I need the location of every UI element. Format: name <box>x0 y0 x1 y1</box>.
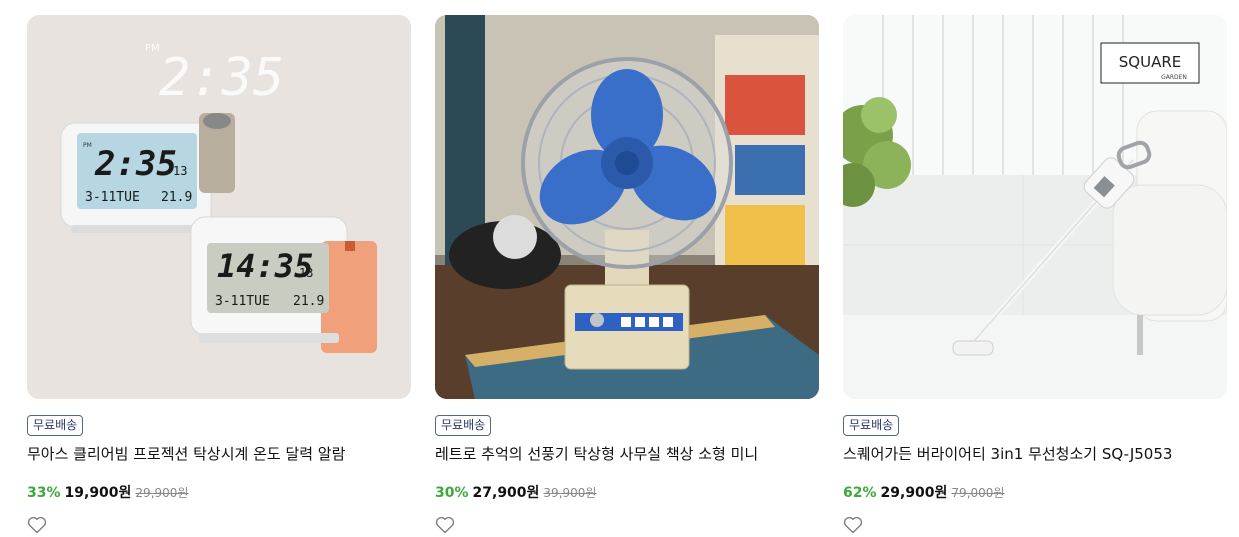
product-image[interactable] <box>435 15 819 399</box>
sale-price: 19,900원 <box>64 485 132 501</box>
product-title[interactable]: 무아스 클리어빔 프로젝션 탁상시계 온도 달력 알람 <box>27 444 411 464</box>
heart-outline-icon[interactable] <box>435 516 455 534</box>
bottom-clock-seconds: 13 <box>299 266 313 280</box>
sale-price: 29,900원 <box>880 485 948 501</box>
discount-rate: 30% <box>435 485 469 501</box>
product-grid: PM 2:35 PM 2:35 13 3-11TUE 21.9 14:35 13… <box>0 0 1239 537</box>
product-card[interactable]: SQUARE GARDEN 무료배송 스퀘어가든 버라이어티 3in1 무선청소… <box>843 15 1227 534</box>
free-shipping-badge: 무료배송 <box>843 415 900 436</box>
bottom-clock-date: 3-11TUE <box>215 294 270 309</box>
heart-outline-icon[interactable] <box>27 516 47 534</box>
projection-time: 2:35 <box>159 48 284 108</box>
projection-pm: PM <box>145 43 160 54</box>
price-row: 33% 19,900원 29,900원 <box>27 484 411 502</box>
free-shipping-badge: 무료배송 <box>435 415 492 436</box>
price-row: 30% 27,900원 39,900원 <box>435 484 819 502</box>
bottom-clock-temp: 21.9 <box>293 294 324 309</box>
top-clock-temp: 21.9 <box>161 190 192 205</box>
product-title[interactable]: 레트로 추억의 선풍기 탁상형 사무실 책상 소형 미니 <box>435 444 819 464</box>
price-row: 62% 29,900원 79,000원 <box>843 484 1227 502</box>
discount-rate: 33% <box>27 485 61 501</box>
logo-sub-text: GARDEN <box>1161 74 1187 81</box>
top-clock-time: 2:35 <box>94 144 177 184</box>
top-clock-date: 3-11TUE <box>85 190 140 205</box>
original-price: 79,000원 <box>951 486 1005 500</box>
top-clock-seconds: 13 <box>173 164 187 178</box>
discount-rate: 62% <box>843 485 877 501</box>
product-title[interactable]: 스퀘어가든 버라이어티 3in1 무선청소기 SQ-J5053 <box>843 444 1227 464</box>
top-clock-pm: PM <box>83 142 92 149</box>
original-price: 39,900원 <box>543 486 597 500</box>
free-shipping-badge: 무료배송 <box>27 415 84 436</box>
product-card[interactable]: PM 2:35 PM 2:35 13 3-11TUE 21.9 14:35 13… <box>27 15 411 534</box>
top-clock: PM 2:35 13 3-11TUE 21.9 <box>60 113 235 233</box>
heart-outline-icon[interactable] <box>843 516 863 534</box>
sale-price: 27,900원 <box>472 485 540 501</box>
product-image[interactable]: PM 2:35 PM 2:35 13 3-11TUE 21.9 14:35 13… <box>27 15 411 399</box>
logo-main-text: SQUARE <box>1119 53 1181 71</box>
product-card[interactable]: 무료배송 레트로 추억의 선풍기 탁상형 사무실 책상 소형 미니 30% 27… <box>435 15 819 534</box>
product-image[interactable]: SQUARE GARDEN <box>843 15 1227 399</box>
original-price: 29,900원 <box>135 486 189 500</box>
